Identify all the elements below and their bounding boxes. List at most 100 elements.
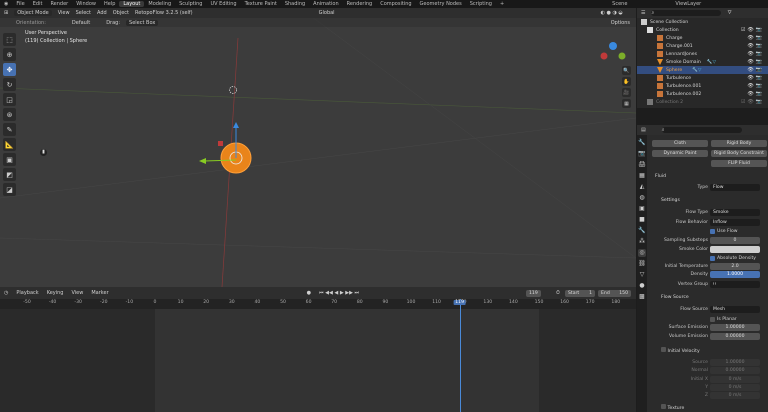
camera-icon[interactable]: ▮ xyxy=(40,149,47,156)
rigid-body-constraint-button[interactable]: Rigid Body Constraint xyxy=(711,150,767,157)
properties-search-input[interactable]: ⌕ xyxy=(661,127,742,133)
visibility-icons[interactable]: 👁📷 xyxy=(747,51,764,57)
add-workspace-button[interactable]: + xyxy=(496,1,508,7)
outliner-item[interactable]: Charge 👁📷 xyxy=(637,34,768,42)
orientation-selector[interactable]: Default xyxy=(72,20,90,26)
visibility-icons[interactable]: 👁📷 xyxy=(747,75,764,81)
source-field[interactable]: 1.00000 xyxy=(710,358,760,366)
menu-help[interactable]: Help xyxy=(100,1,119,7)
auto-key-icon[interactable]: ● xyxy=(307,290,311,296)
display-mode-icon[interactable]: ☰ xyxy=(641,10,645,16)
constraints-tab-icon[interactable]: ⛓ xyxy=(638,260,646,268)
texture-panel-header[interactable]: Texture xyxy=(647,403,768,411)
flip-fluid-button[interactable]: FLIP Fluid xyxy=(711,160,767,167)
visibility-icons[interactable]: 👁📷 xyxy=(747,35,764,41)
drag-selector[interactable]: Select Box xyxy=(126,19,159,26)
menu-add[interactable]: Add xyxy=(97,10,107,16)
outliner-item[interactable]: LennardJones 👁📷 xyxy=(637,50,768,58)
shrink-icon[interactable]: ◪ xyxy=(3,183,16,196)
visibility-icons[interactable]: 👁📷 xyxy=(747,67,764,73)
menu-render[interactable]: Render xyxy=(46,1,72,7)
outliner-search-input[interactable]: ⌕ xyxy=(651,10,722,16)
tab-scripting[interactable]: Scripting xyxy=(466,1,496,7)
initial-temperature-field[interactable]: 2.0 xyxy=(710,262,760,270)
current-frame-field[interactable]: 119 xyxy=(526,290,541,297)
use-flow-checkbox[interactable]: Use Flow xyxy=(710,228,738,234)
fluid-panel-header[interactable]: Fluid xyxy=(647,172,768,180)
blender-logo-icon[interactable]: ◉ xyxy=(0,1,12,7)
initial-velocity-panel-header[interactable]: Initial Velocity xyxy=(647,346,768,354)
volume-emission-field[interactable]: 0.00000 xyxy=(710,332,760,340)
render-tab-icon[interactable]: 📷 xyxy=(638,150,646,158)
options-button[interactable]: Options xyxy=(611,20,630,26)
grid-icon[interactable]: ▦ xyxy=(622,99,631,108)
surface-emission-field[interactable]: 1.00000 xyxy=(710,323,760,331)
modifier-tab-icon[interactable]: 🔧 xyxy=(638,227,646,235)
outliner-item[interactable]: Turbulence.001 👁📷 xyxy=(637,82,768,90)
object-tab-icon[interactable]: ■ xyxy=(638,216,646,224)
outliner-item[interactable]: Charge.001 👁📷 xyxy=(637,42,768,50)
scene-collection[interactable]: Scene Collection xyxy=(637,18,768,26)
outliner-item[interactable]: Turbulence 👁📷 xyxy=(637,74,768,82)
view-layer-tab-icon[interactable]: ▦ xyxy=(638,172,646,180)
menu-edit[interactable]: Edit xyxy=(29,1,47,7)
is-planar-checkbox[interactable]: Is Planar xyxy=(710,316,737,322)
vertex-group-field[interactable]: ⁞⁞ xyxy=(710,280,760,288)
sampling-substeps-field[interactable]: 0 xyxy=(710,236,760,244)
menu-playback[interactable]: Playback xyxy=(16,290,38,296)
type-dropdown[interactable]: Flow xyxy=(710,183,760,191)
menu-file[interactable]: File xyxy=(12,1,28,7)
zoom-icon[interactable]: 🔍 xyxy=(622,66,631,75)
end-frame-field[interactable]: End 150 xyxy=(598,290,631,297)
cloth-button[interactable]: Cloth xyxy=(652,140,708,147)
scale-icon[interactable]: ◲ xyxy=(3,93,16,106)
tab-geometry-nodes[interactable]: Geometry Nodes xyxy=(416,1,466,7)
visibility-icons[interactable]: 👁📷 xyxy=(747,43,764,49)
tab-texture-paint[interactable]: Texture Paint xyxy=(241,1,281,7)
material-tab-icon[interactable]: ● xyxy=(638,282,646,290)
transform-orientation[interactable]: Global xyxy=(319,10,335,16)
pan-icon[interactable]: ✋ xyxy=(622,77,631,86)
outliner-item-selected[interactable]: Sphere 🔧▽ 👁📷 xyxy=(637,66,768,74)
outliner-item-collection[interactable]: Collection ☑👁📷 xyxy=(637,26,768,34)
extrude-icon[interactable]: ◩ xyxy=(3,168,16,181)
absolute-density-checkbox[interactable]: Absolute Density xyxy=(710,255,756,261)
outliner-item[interactable]: Turbulence.002 👁📷 xyxy=(637,90,768,98)
flow-type-dropdown[interactable]: Smoke xyxy=(710,208,760,216)
scene-tab-icon[interactable]: ◭ xyxy=(638,183,646,191)
outliner-item[interactable]: Smoke Domain 🔧▽ 👁📷 xyxy=(637,58,768,66)
density-field[interactable]: 1.0000 xyxy=(710,270,760,278)
tab-compositing[interactable]: Compositing xyxy=(376,1,415,7)
visibility-icons[interactable]: 👁📷 xyxy=(747,83,764,89)
visibility-icons[interactable]: ☑👁📷 xyxy=(741,99,764,105)
select-box-icon[interactable]: ⬚ xyxy=(3,33,16,46)
world-tab-icon[interactable]: ◍ xyxy=(638,194,646,202)
physics-tab-icon[interactable]: ◎ xyxy=(638,249,646,257)
editor-type-icon[interactable]: ⊞ xyxy=(4,10,8,16)
tab-rendering[interactable]: Rendering xyxy=(343,1,377,7)
camera-view-icon[interactable]: 🎥 xyxy=(622,88,631,97)
view-layer-selector[interactable]: ViewLayer xyxy=(671,1,705,7)
initial-x-field[interactable]: 0 m/s xyxy=(710,375,760,383)
scene-selector[interactable]: Scene xyxy=(608,1,631,7)
visibility-icons[interactable]: 👁📷 xyxy=(747,59,764,65)
menu-marker[interactable]: Marker xyxy=(91,290,108,296)
tab-sculpting[interactable]: Sculpting xyxy=(175,1,206,7)
outliner-item-collection-2[interactable]: Collection 2 ☑👁📷 xyxy=(637,98,768,106)
timeline[interactable]: ◷ Playback Keying View Marker ● ⏮ ◀◀ ◀ ▶… xyxy=(0,287,636,412)
annotate-icon[interactable]: ✎ xyxy=(3,123,16,136)
outliner[interactable]: ☰ ⌕ ⛛ Scene Collection Collection ☑👁📷 Cha… xyxy=(637,8,768,108)
visibility-icons[interactable]: 👁📷 xyxy=(747,91,764,97)
menu-window[interactable]: Window xyxy=(72,1,100,7)
initial-velocity-checkbox[interactable]: Initial Velocity xyxy=(647,346,700,354)
rotate-icon[interactable]: ↻ xyxy=(3,78,16,91)
mode-selector[interactable]: Object Mode xyxy=(14,10,52,16)
tab-uv-editing[interactable]: UV Editing xyxy=(206,1,240,7)
tab-shading[interactable]: Shading xyxy=(281,1,309,7)
menu-view[interactable]: View xyxy=(58,10,70,16)
editor-type-icon[interactable]: ▤ xyxy=(641,127,646,133)
measure-icon[interactable]: 📐 xyxy=(3,138,16,151)
playback-controls[interactable]: ⏮ ◀◀ ◀ ▶ ▶▶ ⏭ xyxy=(319,290,359,296)
preview-range-icon[interactable]: ⏱ xyxy=(556,290,560,296)
shading-mode-icons[interactable]: ◐ ● ◑ ◒ xyxy=(601,10,623,16)
